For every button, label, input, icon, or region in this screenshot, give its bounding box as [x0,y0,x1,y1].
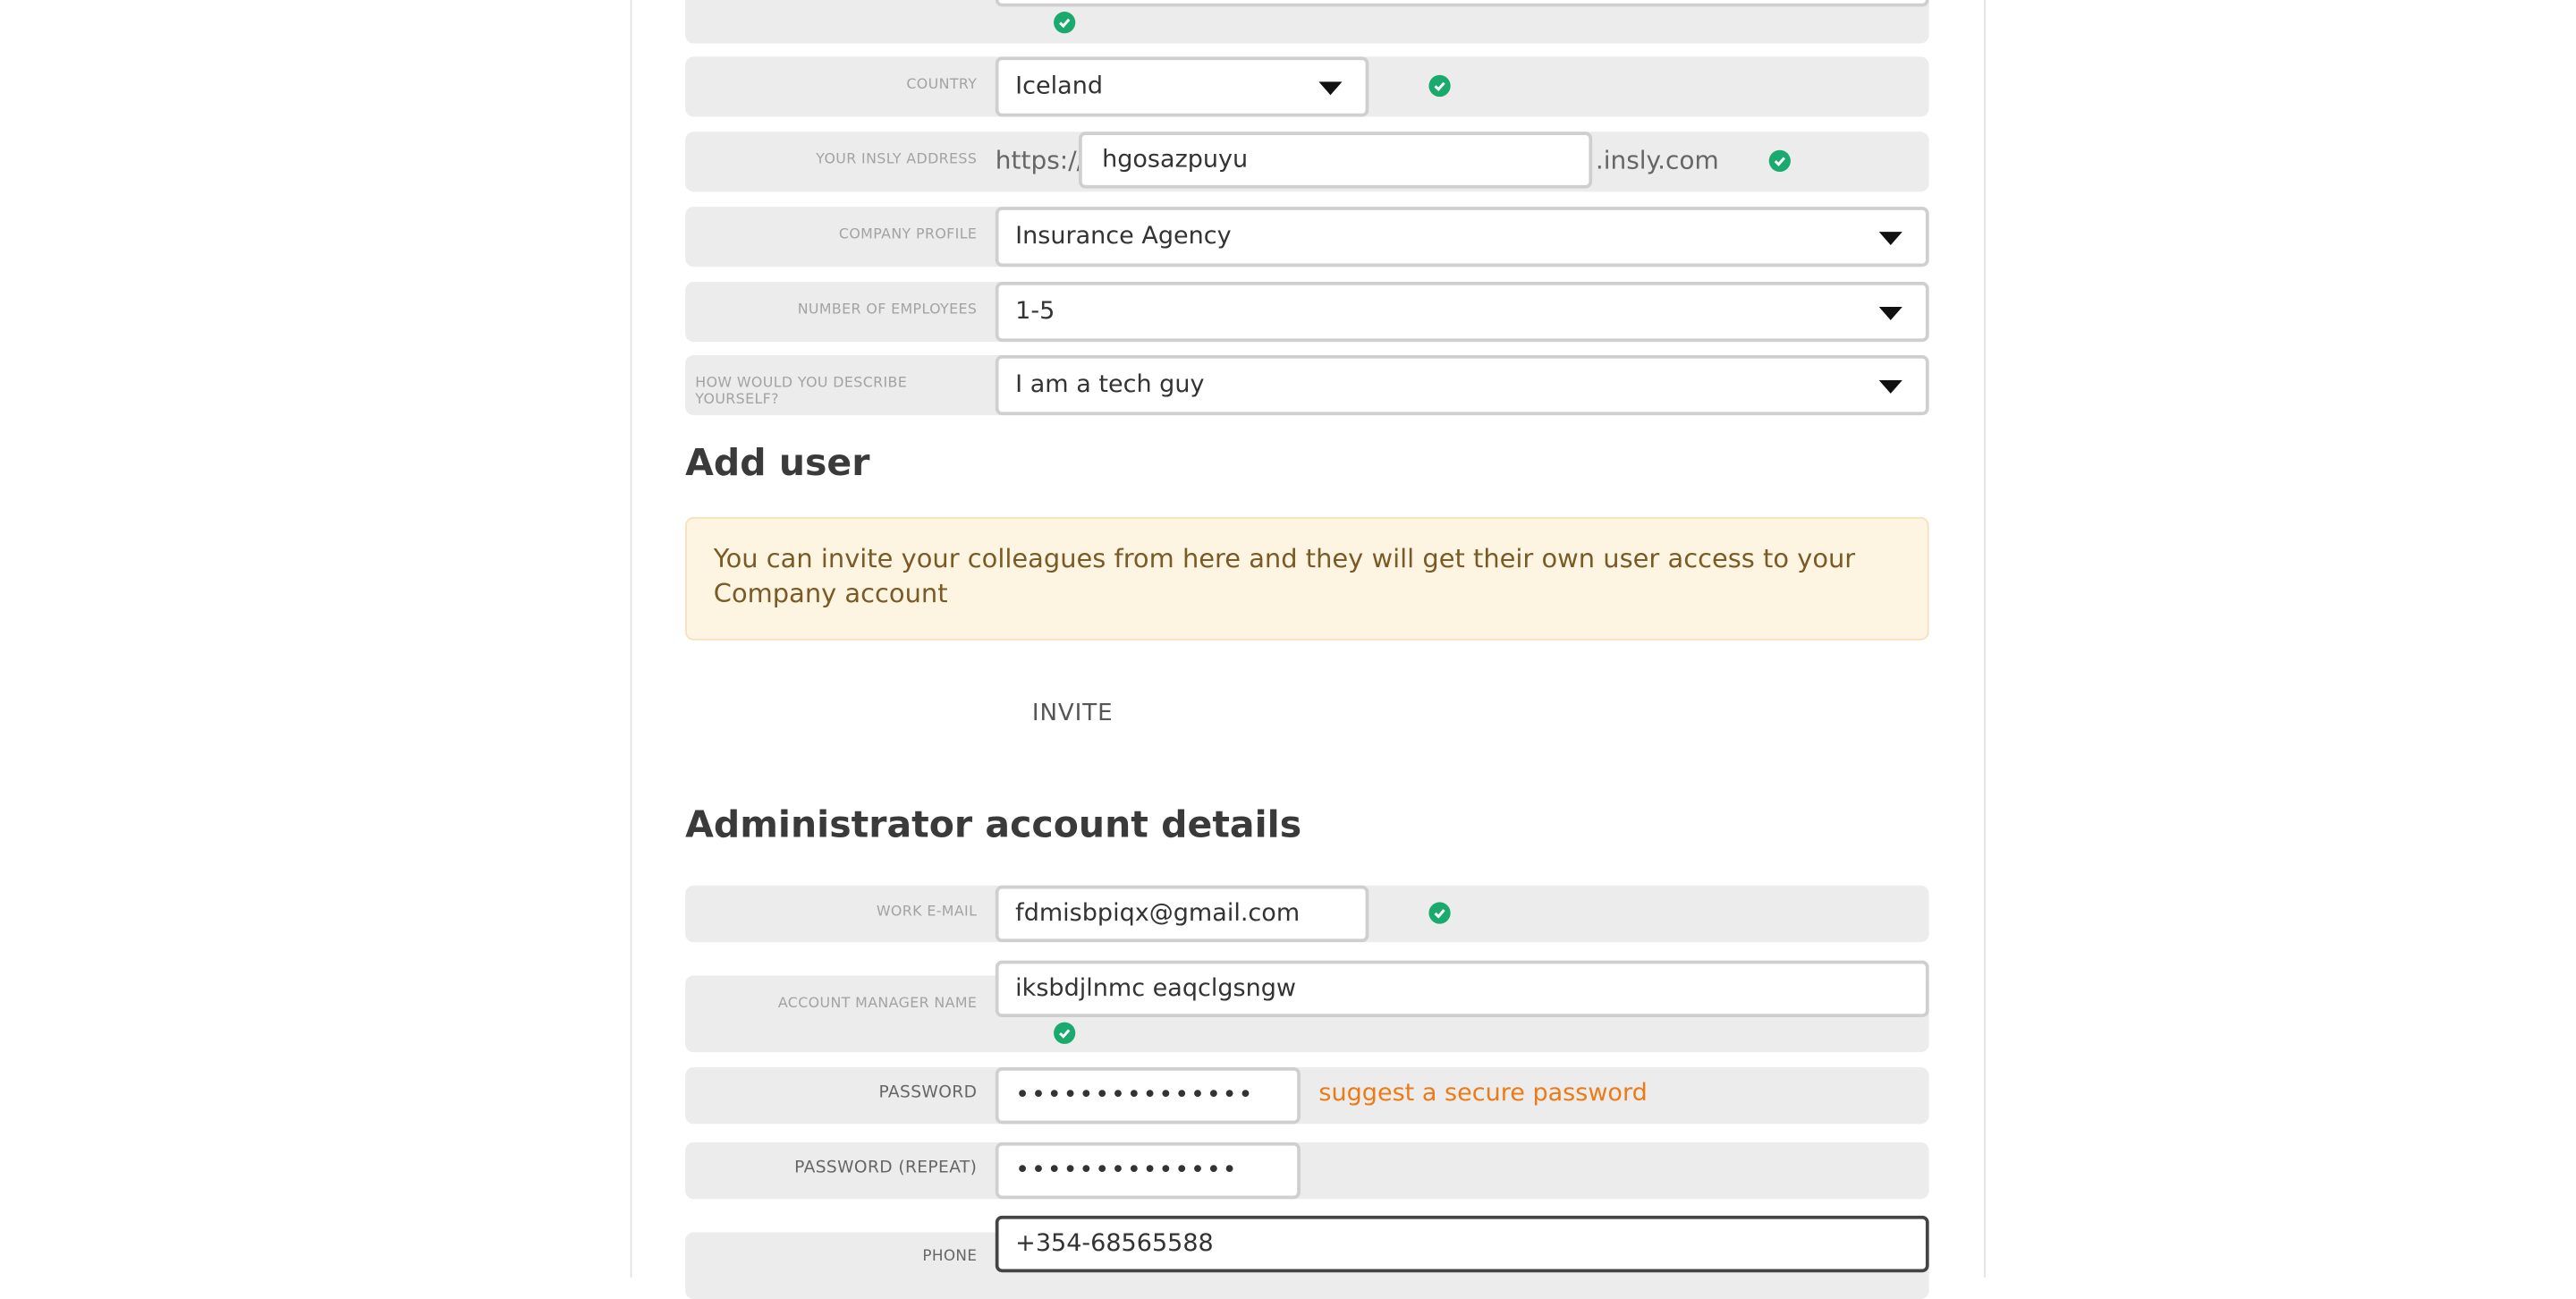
company-profile-select[interactable]: Insurance Agency [995,207,1929,267]
check-icon [1768,149,1791,172]
suggest-password-link[interactable]: suggest a secure password [1318,1081,1647,1108]
password-repeat-value: •••••••••••••• [1015,1157,1239,1184]
password-label: Password [878,1083,978,1103]
form-row-previous [685,0,1929,44]
describe-select[interactable]: I am a tech guy [995,355,1929,416]
company-profile-label: Company profile [838,226,978,244]
phone-value: +354-68565588 [1015,1230,1214,1258]
email-field[interactable]: fdmisbpiqx@gmail.com [995,885,1369,943]
manager-name-value: iksbdjlnmc eaqclgsngw [1015,975,1297,1003]
employees-value: 1-5 [1015,298,1055,326]
check-icon [1054,12,1076,34]
phone-label: Phone [922,1249,978,1266]
invite-button[interactable]: INVITE [1032,700,1114,727]
chevron-down-icon [1878,232,1902,246]
country-label: Country [906,76,978,94]
country-select[interactable]: Iceland [995,56,1369,117]
form-row-company-profile: Company profile Insurance Agency [685,207,1929,267]
check-icon [1054,1022,1076,1044]
chevron-down-icon [1878,306,1902,320]
chevron-down-icon [1318,81,1343,96]
employees-select[interactable]: 1-5 [995,282,1929,343]
form-row-password: Password ••••••••••••••• suggest a secur… [685,1066,1929,1125]
address-input[interactable]: hgosazpuyu [1079,132,1593,189]
form-row-country: Country Iceland [685,56,1929,117]
email-value: fdmisbpiqx@gmail.com [1015,900,1301,928]
page: Country Iceland Your Insly address https… [0,0,2576,1299]
phone-field[interactable]: +354-68565588 [995,1215,1929,1273]
email-label: Work e-mail [876,904,978,921]
employees-label: Number of employees [797,301,978,319]
invite-notice: You can invite your colleagues from here… [685,516,1929,641]
signup-form: Country Iceland Your Insly address https… [630,0,1987,1299]
form-row-password-repeat: Password (repeat) •••••••••••••• [685,1142,1929,1200]
check-icon [1428,902,1451,924]
form-row-describe: How would you describe yourself? I am a … [685,355,1929,416]
address-label: Your Insly address [816,151,978,169]
describe-value: I am a tech guy [1015,371,1205,399]
chevron-down-icon [1878,379,1902,394]
describe-label: How would you describe yourself? [695,375,908,409]
address-prefix: https:// [995,145,1086,175]
form-row-email: Work e-mail fdmisbpiqx@gmail.com [685,885,1929,943]
previous-input[interactable] [995,0,1929,7]
company-profile-value: Insurance Agency [1015,223,1232,250]
admin-details-heading: Administrator account details [685,805,1302,847]
form-row-address: Your Insly address https:// hgosazpuyu .… [685,132,1929,192]
password-repeat-label: Password (repeat) [794,1159,978,1177]
password-value: ••••••••••••••• [1015,1082,1255,1109]
address-input-value: hgosazpuyu [1102,147,1249,174]
password-repeat-field[interactable]: •••••••••••••• [995,1142,1301,1200]
form-row-employees: Number of employees 1-5 [685,282,1929,343]
password-field[interactable]: ••••••••••••••• [995,1066,1301,1125]
manager-label: Account manager name [777,995,978,1013]
manager-name-field[interactable]: iksbdjlnmc eaqclgsngw [995,960,1929,1018]
check-icon [1428,74,1451,98]
address-suffix: .insly.com [1595,145,1719,175]
country-select-value: Iceland [1015,73,1104,100]
add-user-heading: Add user [685,443,870,486]
